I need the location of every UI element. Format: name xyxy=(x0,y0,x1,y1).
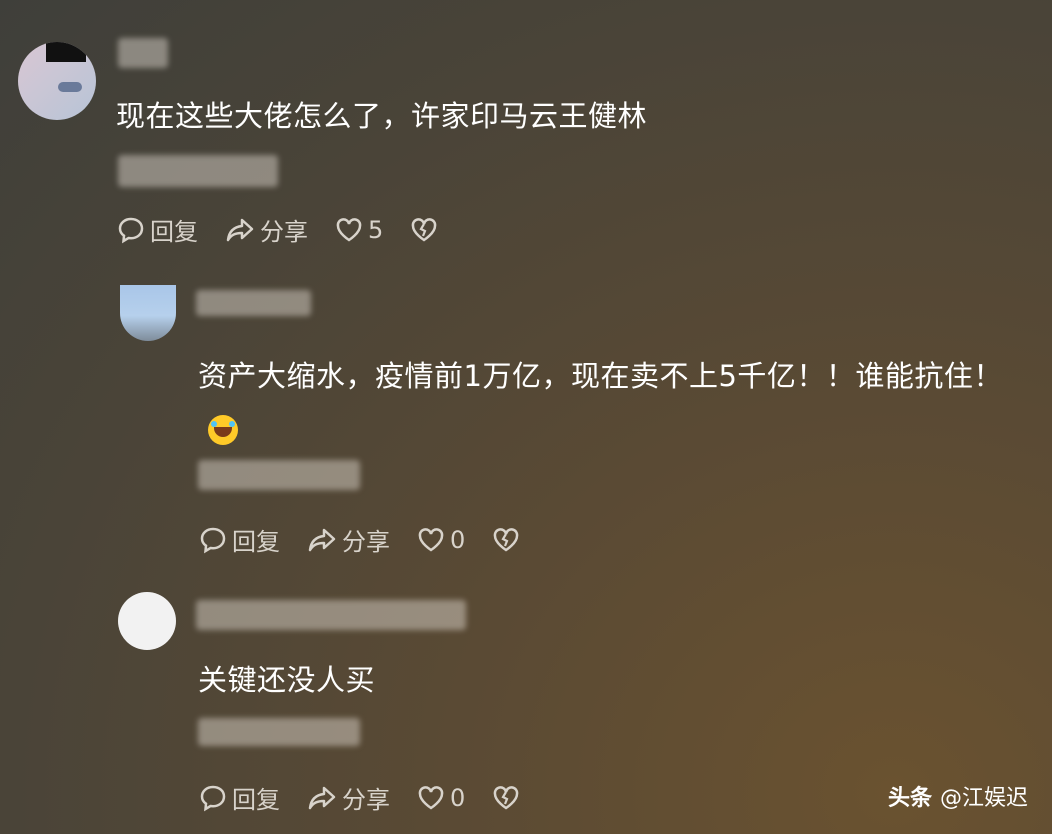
share-label: 分享 xyxy=(342,786,390,814)
comment-text: 资产大缩水，疫情前1万亿，现在卖不上5千亿！！谁能抗住！ xyxy=(198,350,1018,454)
share-arrow-icon xyxy=(308,786,336,809)
comment-text: 关键还没人买 xyxy=(198,663,376,697)
like-count: 0 xyxy=(450,525,466,554)
comment-actions: 回复 分享 0 xyxy=(198,522,551,557)
comment-bubble-icon xyxy=(200,527,226,553)
username-blurred[interactable] xyxy=(196,290,311,316)
comment-bubble-icon xyxy=(118,217,144,243)
like-count: 0 xyxy=(450,783,466,812)
avatar[interactable] xyxy=(120,285,176,341)
broken-heart-icon xyxy=(494,785,519,809)
reply-label: 回复 xyxy=(150,218,198,246)
share-arrow-icon xyxy=(308,528,336,551)
comment-text: 现在这些大佬怎么了，许家印马云王健林 xyxy=(116,99,648,133)
like-count: 5 xyxy=(368,215,384,244)
reply-button[interactable]: 回复 xyxy=(198,780,280,815)
comment-actions: 回复 分享 0 xyxy=(198,780,551,815)
like-button[interactable]: 0 xyxy=(416,783,465,813)
reply-label: 回复 xyxy=(232,786,280,814)
watermark-handle: @江娱迟 xyxy=(939,786,1028,811)
share-button[interactable]: 分享 xyxy=(224,212,308,247)
reply-label: 回复 xyxy=(232,528,280,556)
username-blurred[interactable] xyxy=(118,38,168,68)
like-button[interactable]: 0 xyxy=(416,525,465,555)
broken-heart-icon xyxy=(494,527,519,551)
laughing-with-tears-emoji xyxy=(208,415,238,445)
share-button[interactable]: 分享 xyxy=(306,780,390,815)
timestamp-blurred xyxy=(198,718,360,746)
comment-2: 资产大缩水，疫情前1万亿，现在卖不上5千亿！！谁能抗住！ 回复 分享 0 xyxy=(0,260,1052,580)
comment-1: 现在这些大佬怎么了，许家印马云王健林 回复 分享 5 xyxy=(0,0,1052,260)
share-label: 分享 xyxy=(342,528,390,556)
broken-heart-icon xyxy=(412,217,437,241)
reply-button[interactable]: 回复 xyxy=(116,212,198,247)
dislike-button[interactable] xyxy=(491,525,525,555)
dislike-button[interactable] xyxy=(409,215,443,245)
comment-actions: 回复 分享 5 xyxy=(116,212,469,247)
timestamp-blurred xyxy=(118,155,278,187)
username-blurred[interactable] xyxy=(196,600,466,630)
share-arrow-icon xyxy=(226,218,254,241)
heart-icon xyxy=(418,785,444,809)
watermark: 头条 @江娱迟 xyxy=(888,780,1028,812)
like-button[interactable]: 5 xyxy=(334,215,383,245)
dislike-button[interactable] xyxy=(491,783,525,813)
comment-bubble-icon xyxy=(200,785,226,811)
share-label: 分享 xyxy=(260,218,308,246)
timestamp-blurred xyxy=(198,460,360,490)
comment-text-content: 资产大缩水，疫情前1万亿，现在卖不上5千亿！！谁能抗住！ xyxy=(198,359,1003,393)
watermark-brand: 头条 xyxy=(887,786,932,811)
heart-icon xyxy=(336,217,362,241)
reply-button[interactable]: 回复 xyxy=(198,522,280,557)
avatar[interactable] xyxy=(118,592,176,650)
share-button[interactable]: 分享 xyxy=(306,522,390,557)
avatar[interactable] xyxy=(18,42,96,120)
heart-icon xyxy=(418,527,444,551)
